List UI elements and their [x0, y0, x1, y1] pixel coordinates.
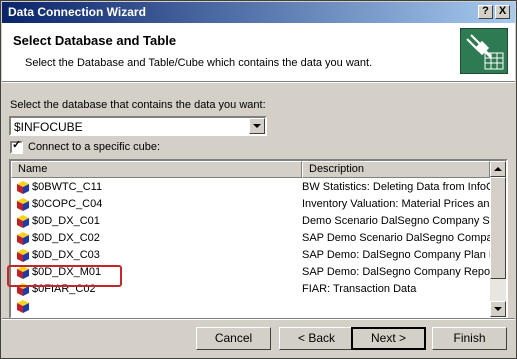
header-separator	[2, 81, 515, 83]
finish-button[interactable]: Finish	[432, 327, 507, 350]
page-subtitle: Select the Database and Table/Cube which…	[25, 57, 373, 69]
row-highlight-box	[7, 265, 122, 287]
cube-icon	[17, 249, 29, 262]
row-name: $0D_DX_C03	[32, 249, 100, 261]
help-button[interactable]: ?	[478, 5, 493, 19]
list-item[interactable]: $0BWTC_C11 BW Statistics: Deleting Data …	[11, 179, 490, 196]
scroll-down-button[interactable]	[490, 301, 506, 317]
dropdown-button[interactable]	[249, 118, 265, 134]
cube-list[interactable]: Name Description $0BWTC_C11 BW Statistic…	[9, 159, 508, 319]
row-description: FIAR: Transaction Data	[302, 283, 417, 295]
back-button[interactable]: < Back	[279, 327, 354, 350]
row-description: Inventory Valuation: Material Prices and	[302, 198, 490, 210]
database-label: Select the database that contains the da…	[10, 99, 266, 111]
row-description: Demo Scenario DalSegno Company Sale	[302, 215, 490, 227]
window-title: Data Connection Wizard	[8, 5, 146, 19]
scroll-thumb[interactable]	[490, 177, 506, 279]
row-name: $0D_DX_C01	[32, 215, 100, 227]
cube-icon	[17, 232, 29, 245]
row-name: $0COPC_C04	[32, 198, 103, 210]
scroll-up-button[interactable]	[490, 161, 506, 177]
data-connection-wizard-window: Data Connection Wizard ? X Select Databa…	[0, 0, 517, 359]
connect-cube-checkbox[interactable]: ✓	[10, 139, 23, 154]
row-description: BW Statistics: Deleting Data from InfoC	[302, 181, 490, 193]
row-name: $0BWTC_C11	[32, 181, 103, 193]
list-item[interactable]: $0D_DX_C01 Demo Scenario DalSegno Compan…	[11, 213, 490, 230]
database-select[interactable]: $INFOCUBE	[9, 116, 267, 136]
connect-cube-label[interactable]: Connect to a specific cube:	[28, 141, 160, 153]
cube-icon	[17, 181, 29, 194]
chevron-down-icon	[253, 124, 261, 128]
arrow-up-icon	[494, 167, 502, 171]
cube-icon	[17, 300, 29, 313]
list-item[interactable]: $0D_DX_C02 SAP Demo Scenario DalSegno Co…	[11, 230, 490, 247]
row-name: $0D_DX_C02	[32, 232, 100, 244]
arrow-down-icon	[494, 307, 502, 311]
list-header: Name Description	[11, 161, 490, 178]
next-button[interactable]: Next >	[351, 327, 426, 350]
wizard-header: Select Database and Table Select the Dat…	[2, 23, 515, 81]
close-button[interactable]: X	[495, 5, 510, 19]
list-item[interactable]: $0COPC_C04 Inventory Valuation: Material…	[11, 196, 490, 213]
column-header-description[interactable]: Description	[302, 161, 490, 178]
cube-icon	[17, 198, 29, 211]
checkmark-icon: ✓	[12, 139, 22, 151]
list-item[interactable]: $0D_DX_C03 SAP Demo: DalSegno Company Pl…	[11, 247, 490, 264]
database-select-value: $INFOCUBE	[14, 120, 83, 134]
page-title: Select Database and Table	[13, 33, 177, 48]
row-description: SAP Demo Scenario DalSegno Company	[302, 232, 490, 244]
database-plug-icon	[460, 28, 508, 74]
list-item[interactable]	[11, 298, 490, 315]
footer-separator	[2, 318, 515, 320]
cancel-button[interactable]: Cancel	[196, 327, 271, 350]
row-description: SAP Demo: DalSegno Company Reportin	[302, 266, 490, 278]
vertical-scrollbar[interactable]	[490, 161, 506, 317]
cube-icon	[17, 215, 29, 228]
title-bar: Data Connection Wizard ? X	[2, 2, 515, 23]
row-description: SAP Demo: DalSegno Company Plan Da	[302, 249, 490, 261]
column-header-name[interactable]: Name	[11, 161, 302, 178]
